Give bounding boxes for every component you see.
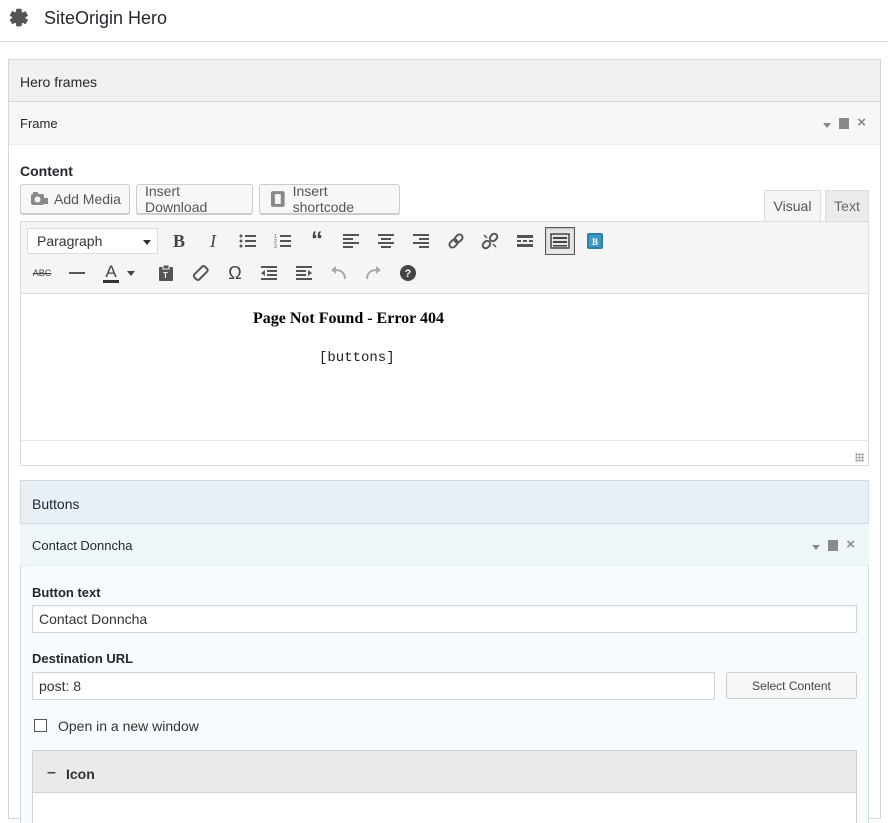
expand-arrow-icon[interactable] bbox=[812, 544, 821, 550]
redo-icon[interactable] bbox=[359, 260, 387, 286]
close-icon[interactable]: × bbox=[857, 115, 866, 130]
destination-url-input[interactable] bbox=[32, 672, 715, 700]
button-item-actions: × bbox=[812, 537, 855, 552]
icon-section-body bbox=[32, 793, 857, 823]
rich-text-editor: Paragraph B I 123 “ B ABC A T Ω ? Page N… bbox=[20, 221, 869, 466]
select-content-button[interactable]: Select Content bbox=[726, 672, 857, 699]
duplicate-icon[interactable] bbox=[839, 117, 850, 129]
special-character-icon[interactable]: Ω bbox=[221, 260, 249, 286]
resize-handle-icon[interactable] bbox=[855, 453, 864, 462]
insert-shortcode-label: Insert shortcode bbox=[292, 183, 355, 215]
add-media-label: Add Media bbox=[54, 191, 121, 207]
frame-actions: × bbox=[823, 115, 866, 130]
align-left-icon[interactable] bbox=[337, 228, 365, 254]
align-right-icon[interactable] bbox=[407, 228, 435, 254]
button-text-label: Button text bbox=[32, 585, 101, 600]
svg-text:3: 3 bbox=[274, 244, 277, 249]
editor-toolbar: Paragraph B I 123 “ B ABC A T Ω ? bbox=[21, 222, 868, 294]
hero-frames-header[interactable]: Hero frames bbox=[8, 59, 881, 102]
frame-header[interactable]: Frame × bbox=[9, 102, 880, 145]
frame-label: Frame bbox=[20, 116, 58, 131]
text-color-dropdown-icon[interactable] bbox=[124, 260, 138, 286]
button-item-header[interactable]: Contact Donncha × bbox=[20, 524, 869, 566]
content-label: Content bbox=[20, 163, 73, 179]
icon-section-label: Icon bbox=[66, 766, 95, 782]
insert-download-button[interactable]: Insert Download bbox=[136, 183, 253, 215]
content-heading: Page Not Found - Error 404 bbox=[253, 310, 444, 327]
horizontal-line-icon[interactable] bbox=[63, 260, 91, 286]
insert-shortcode-button[interactable]: Insert shortcode bbox=[259, 183, 400, 215]
chevron-down-icon bbox=[143, 240, 151, 245]
bold-icon[interactable]: B bbox=[165, 228, 193, 254]
editor-content-area[interactable]: Page Not Found - Error 404 [buttons] bbox=[21, 294, 868, 440]
new-window-label: Open in a new window bbox=[58, 718, 199, 734]
paste-text-icon[interactable]: T bbox=[152, 260, 180, 286]
hero-frames-label: Hero frames bbox=[20, 74, 98, 90]
duplicate-icon[interactable] bbox=[828, 539, 839, 551]
unlink-icon[interactable] bbox=[476, 228, 504, 254]
button-item-label: Contact Donncha bbox=[32, 538, 133, 553]
insert-download-label: Insert Download bbox=[145, 183, 208, 215]
add-media-button[interactable]: Add Media bbox=[20, 184, 130, 214]
content-shortcode: [buttons] bbox=[319, 350, 395, 366]
top-bar: SiteOrigin Hero bbox=[0, 0, 888, 42]
svg-text:T: T bbox=[163, 271, 168, 280]
close-icon[interactable]: × bbox=[846, 537, 855, 552]
tab-visual[interactable]: Visual bbox=[764, 190, 821, 222]
align-center-icon[interactable] bbox=[372, 228, 400, 254]
buttons-header[interactable]: Buttons bbox=[20, 480, 869, 524]
button-text-input[interactable] bbox=[32, 605, 857, 633]
camera-icon bbox=[31, 192, 48, 205]
strikethrough-icon[interactable]: ABC bbox=[28, 260, 56, 286]
svg-text:?: ? bbox=[405, 268, 412, 280]
gear-icon bbox=[9, 8, 28, 27]
outdent-icon[interactable] bbox=[255, 260, 283, 286]
page-title: SiteOrigin Hero bbox=[44, 8, 168, 28]
help-icon[interactable]: ? bbox=[394, 260, 422, 286]
clear-formatting-icon[interactable] bbox=[186, 260, 214, 286]
collapse-icon: – bbox=[47, 764, 56, 781]
bootstrap-icon[interactable]: B bbox=[581, 228, 609, 254]
blockquote-icon[interactable]: “ bbox=[303, 228, 331, 254]
destination-url-label: Destination URL bbox=[32, 651, 134, 666]
buttons-label: Buttons bbox=[32, 496, 80, 512]
format-select[interactable]: Paragraph bbox=[27, 228, 158, 254]
tab-text[interactable]: Text bbox=[825, 190, 869, 222]
toolbar-toggle-icon[interactable] bbox=[545, 227, 575, 255]
editor-statusbar bbox=[21, 440, 868, 465]
numbered-list-icon[interactable]: 123 bbox=[269, 228, 297, 254]
new-window-checkbox[interactable] bbox=[34, 719, 47, 732]
text-color-icon[interactable]: A bbox=[98, 260, 124, 286]
format-select-value: Paragraph bbox=[37, 233, 103, 249]
italic-icon[interactable]: I bbox=[199, 228, 227, 254]
bullet-list-icon[interactable] bbox=[234, 228, 262, 254]
link-icon[interactable] bbox=[442, 228, 470, 254]
read-more-icon[interactable] bbox=[511, 228, 539, 254]
indent-icon[interactable] bbox=[290, 260, 318, 286]
icon-section-header[interactable]: – Icon bbox=[32, 750, 857, 793]
undo-icon[interactable] bbox=[325, 260, 353, 286]
expand-arrow-icon[interactable] bbox=[823, 122, 832, 128]
svg-text:B: B bbox=[592, 237, 598, 247]
shortcode-icon bbox=[270, 191, 285, 207]
